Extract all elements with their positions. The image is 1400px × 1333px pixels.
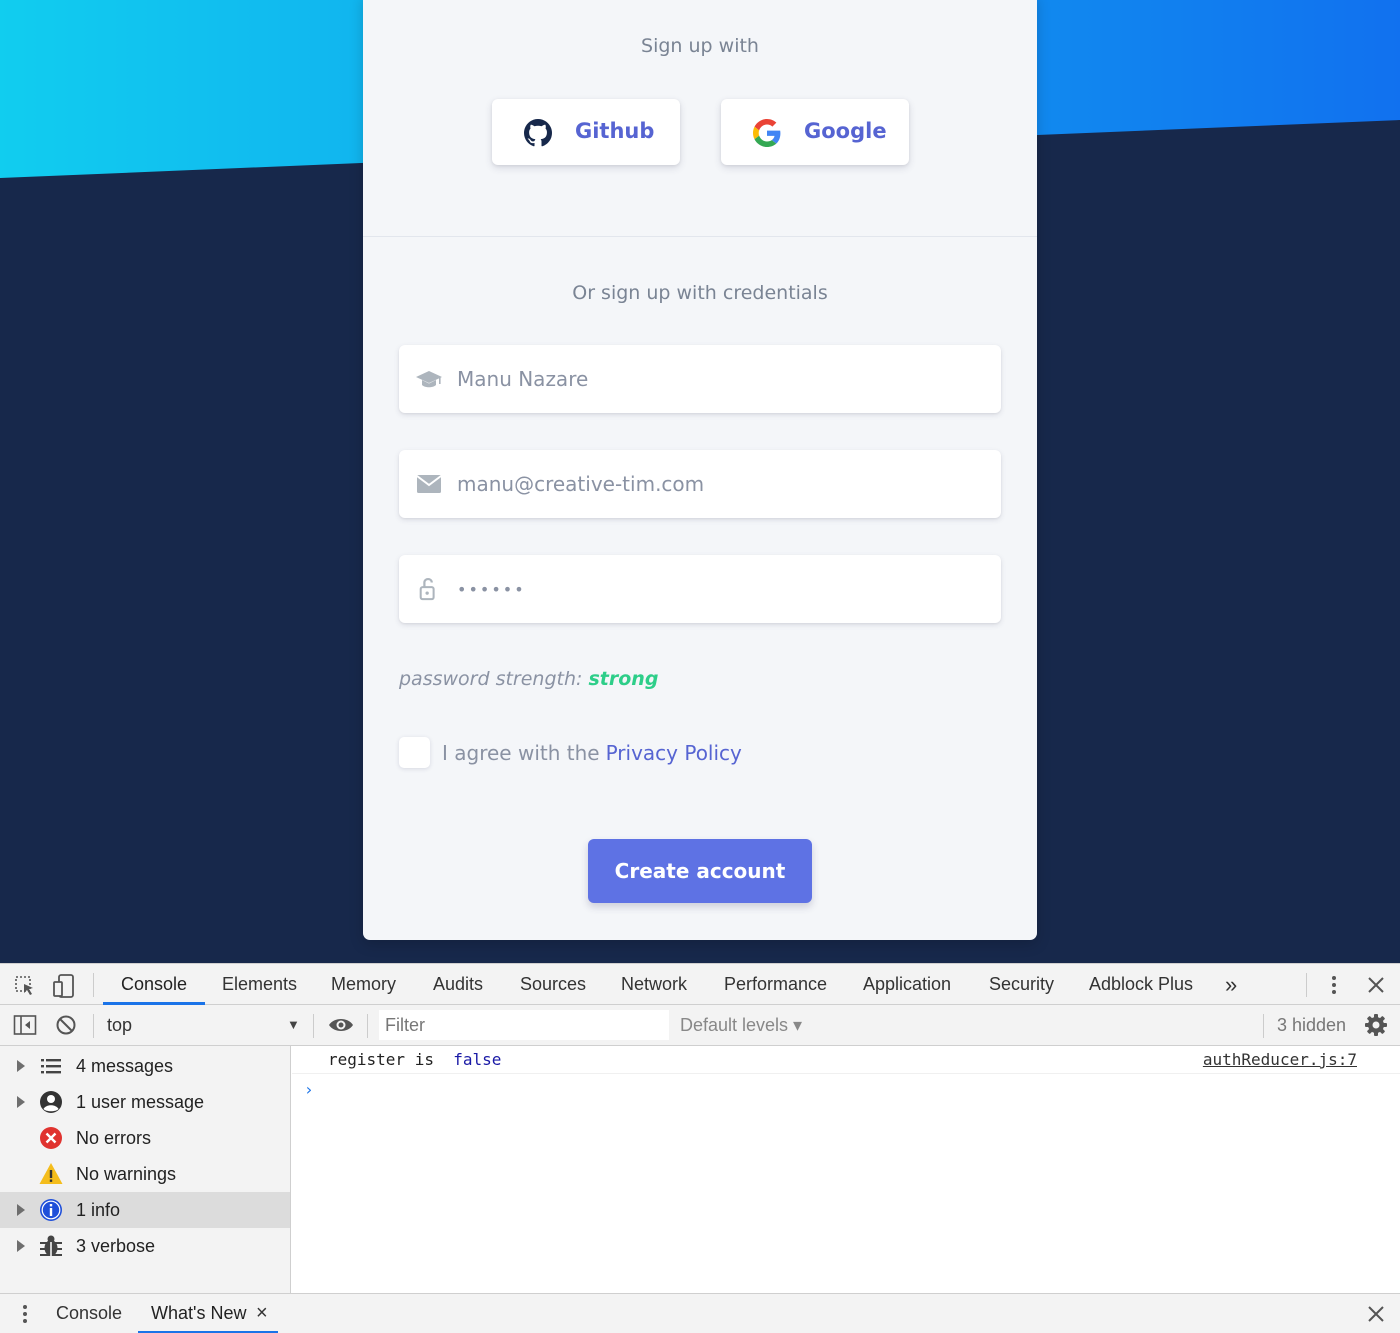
sidebar-item-errors[interactable]: No errors bbox=[0, 1120, 290, 1156]
drawer-menu-icon[interactable] bbox=[17, 1303, 33, 1325]
bug-icon bbox=[40, 1235, 62, 1256]
sidebar-item-verbose[interactable]: 3 verbose bbox=[0, 1228, 290, 1264]
context-dropdown-icon[interactable]: ▼ bbox=[287, 1005, 300, 1045]
devtools-drawer: Console What's New × bbox=[0, 1293, 1400, 1333]
github-button[interactable]: Github bbox=[492, 99, 680, 165]
console-message: register is false authReducer.js:7 bbox=[292, 1046, 1400, 1074]
password-strength: password strength: strong bbox=[399, 668, 658, 690]
log-text: register is false bbox=[328, 1050, 501, 1069]
inspect-element-icon[interactable] bbox=[13, 974, 37, 998]
credentials-heading: Or sign up with credentials bbox=[572, 282, 828, 304]
tab-adblock-plus[interactable]: Adblock Plus bbox=[1089, 964, 1193, 1005]
expand-triangle-icon[interactable] bbox=[17, 1204, 25, 1216]
console-toolbar: top ▼ Default levels ▾ 3 hidden bbox=[0, 1005, 1400, 1046]
unlock-icon bbox=[419, 577, 435, 601]
list-icon bbox=[41, 1059, 61, 1074]
sidebar-toggle-icon[interactable] bbox=[13, 1014, 37, 1036]
email-input[interactable] bbox=[457, 450, 987, 518]
devtools-tabbar: Console Elements Memory Audits Sources N… bbox=[0, 963, 1400, 1005]
sidebar-item-label: 1 info bbox=[76, 1200, 121, 1220]
privacy-policy-link[interactable]: Privacy Policy bbox=[606, 741, 742, 765]
close-tab-icon[interactable]: × bbox=[256, 1294, 268, 1333]
tab-memory[interactable]: Memory bbox=[331, 964, 396, 1005]
privacy-agreement: I agree with the Privacy Policy bbox=[399, 737, 742, 768]
password-field[interactable] bbox=[399, 555, 1001, 623]
sidebar-item-label: 4 messages bbox=[76, 1056, 174, 1076]
strength-value: strong bbox=[588, 668, 659, 690]
sidebar-item-user-messages[interactable]: 1 user message bbox=[0, 1084, 290, 1120]
drawer-tab-whats-new[interactable]: What's New bbox=[151, 1294, 246, 1333]
expand-triangle-icon[interactable] bbox=[17, 1060, 25, 1072]
hidden-count: 3 hidden bbox=[1277, 1015, 1347, 1035]
envelope-icon bbox=[416, 475, 442, 493]
signup-card: Sign up with Github Google Or sign up wi… bbox=[363, 0, 1037, 940]
toolbar-separator bbox=[367, 1014, 368, 1038]
tab-security[interactable]: Security bbox=[989, 964, 1054, 1005]
tab-network[interactable]: Network bbox=[621, 964, 687, 1005]
console-prompt[interactable]: › bbox=[304, 1080, 314, 1099]
signup-page: Sign up with Github Google Or sign up wi… bbox=[0, 0, 1400, 963]
log-source-link[interactable]: authReducer.js:7 bbox=[1203, 1050, 1357, 1069]
sidebar-item-messages[interactable]: 4 messages bbox=[0, 1048, 290, 1084]
name-field[interactable] bbox=[399, 345, 1001, 413]
close-devtools-icon[interactable] bbox=[1367, 976, 1385, 994]
sidebar-item-label: 3 verbose bbox=[76, 1236, 156, 1256]
clear-console-icon[interactable] bbox=[55, 1014, 77, 1036]
tab-performance[interactable]: Performance bbox=[724, 964, 827, 1005]
sidebar-item-label: No errors bbox=[76, 1128, 152, 1148]
toolbar-separator bbox=[93, 1014, 94, 1038]
context-selector[interactable]: top bbox=[107, 1005, 132, 1045]
user-icon bbox=[40, 1091, 62, 1113]
expand-triangle-icon[interactable] bbox=[17, 1240, 25, 1252]
google-button[interactable]: Google bbox=[721, 99, 909, 165]
toolbar-separator bbox=[93, 973, 94, 997]
console-settings-gear-icon[interactable] bbox=[1364, 1013, 1388, 1037]
more-tabs-button[interactable]: » bbox=[1225, 964, 1237, 1005]
create-account-button[interactable]: Create account bbox=[588, 839, 812, 903]
error-icon bbox=[40, 1127, 62, 1149]
tab-audits[interactable]: Audits bbox=[433, 964, 483, 1005]
sidebar-item-info[interactable]: 1 info bbox=[0, 1192, 290, 1228]
warning-icon bbox=[39, 1163, 63, 1184]
agree-text: I agree with the bbox=[442, 740, 600, 765]
expand-triangle-icon[interactable] bbox=[17, 1096, 25, 1108]
name-input[interactable] bbox=[457, 345, 987, 413]
google-icon bbox=[753, 119, 781, 147]
console-sidebar: 4 messages 1 user message No errors No w… bbox=[0, 1046, 291, 1293]
close-drawer-icon[interactable] bbox=[1367, 1305, 1385, 1323]
filter-input[interactable] bbox=[379, 1010, 669, 1040]
log-levels-dropdown[interactable]: Default levels ▾ bbox=[680, 1005, 802, 1045]
strength-label: password strength: bbox=[399, 668, 583, 690]
devtools-panel: Console Elements Memory Audits Sources N… bbox=[0, 963, 1400, 1333]
sidebar-item-warnings[interactable]: No warnings bbox=[0, 1156, 290, 1192]
sidebar-item-label: No warnings bbox=[76, 1164, 177, 1184]
tab-console[interactable]: Console bbox=[121, 964, 187, 1005]
log-value: false bbox=[453, 1050, 502, 1069]
graduation-cap-icon bbox=[416, 371, 442, 388]
tab-application[interactable]: Application bbox=[863, 964, 951, 1005]
log-message: register is bbox=[328, 1050, 444, 1069]
live-expression-eye-icon[interactable] bbox=[328, 1016, 354, 1034]
google-label: Google bbox=[804, 119, 887, 143]
device-toolbar-icon[interactable] bbox=[52, 973, 76, 999]
github-icon bbox=[524, 119, 552, 147]
toolbar-separator bbox=[1263, 1014, 1264, 1038]
toolbar-separator bbox=[313, 1014, 314, 1038]
sidebar-item-label: 1 user message bbox=[76, 1092, 205, 1112]
toolbar-separator bbox=[1306, 973, 1307, 997]
social-heading: Sign up with bbox=[641, 35, 759, 57]
info-icon bbox=[40, 1199, 62, 1221]
password-input[interactable] bbox=[457, 555, 987, 623]
privacy-checkbox[interactable] bbox=[399, 737, 430, 768]
social-section: Sign up with Github Google bbox=[363, 0, 1037, 237]
tab-sources[interactable]: Sources bbox=[520, 964, 586, 1005]
email-field[interactable] bbox=[399, 450, 1001, 518]
github-label: Github bbox=[575, 119, 655, 143]
drawer-tab-console[interactable]: Console bbox=[56, 1294, 122, 1333]
tab-elements[interactable]: Elements bbox=[222, 964, 297, 1005]
more-options-icon[interactable] bbox=[1326, 974, 1342, 996]
console-output[interactable]: register is false authReducer.js:7 › bbox=[292, 1046, 1400, 1293]
